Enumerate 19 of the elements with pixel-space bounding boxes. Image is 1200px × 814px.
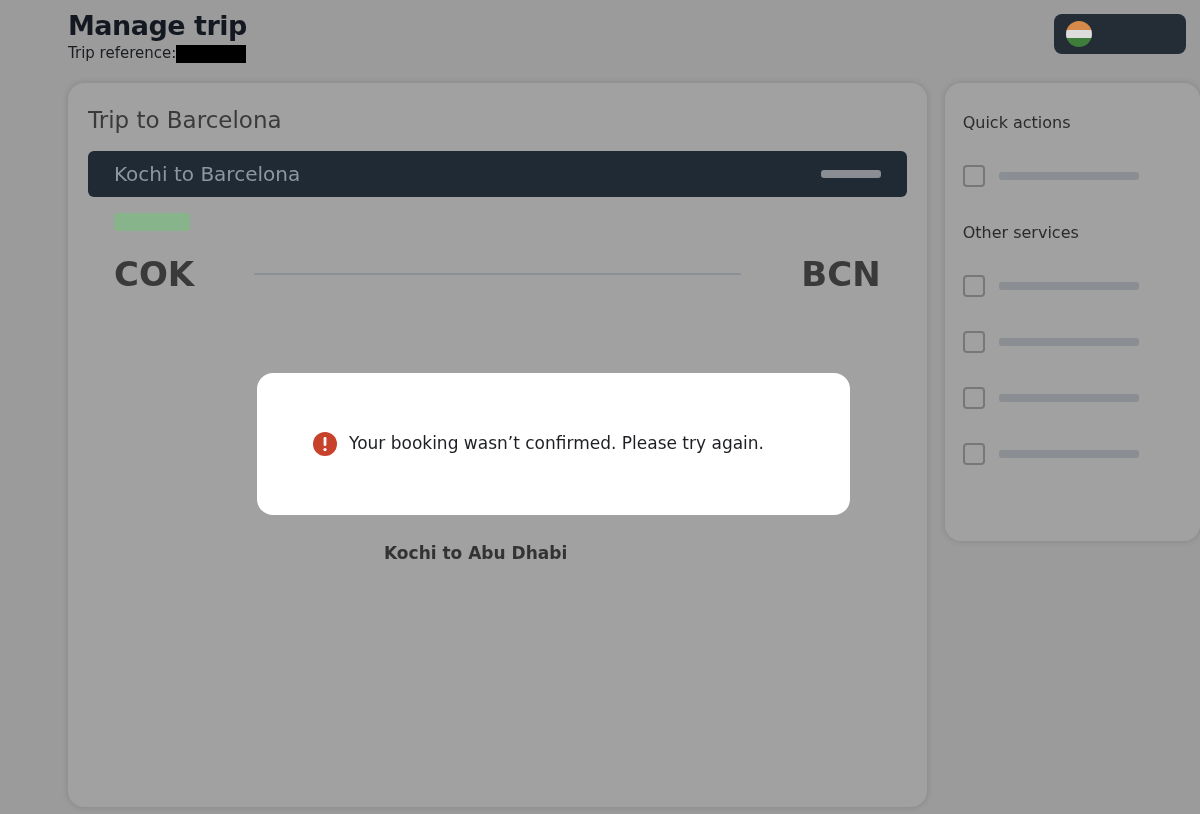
flight-route-title: Kochi to Barcelona [114, 161, 301, 189]
service-icon [962, 274, 985, 297]
service-icon [962, 164, 985, 187]
page-title: Manage trip [68, 10, 247, 43]
section-title: Quick actions [962, 111, 1072, 134]
error-message: Your booking wasn’t confirmed. Please try again. [349, 432, 764, 456]
card-title: Trip to Barcelona [88, 105, 283, 135]
section-title: Other services [962, 221, 1080, 244]
origin-code: COK [114, 257, 195, 292]
service-icon [962, 330, 985, 353]
service-icon [962, 386, 985, 409]
language-selector[interactable] [1054, 14, 1186, 54]
flag-icon [1066, 21, 1092, 47]
error-icon [313, 432, 337, 456]
redaction-bar [176, 44, 247, 63]
service-icon [962, 442, 985, 465]
segment-title: Kochi to Abu Dhabi [384, 542, 569, 566]
trip-reference-label: Trip reference: [68, 43, 177, 65]
destination-code: BCN [801, 257, 881, 292]
